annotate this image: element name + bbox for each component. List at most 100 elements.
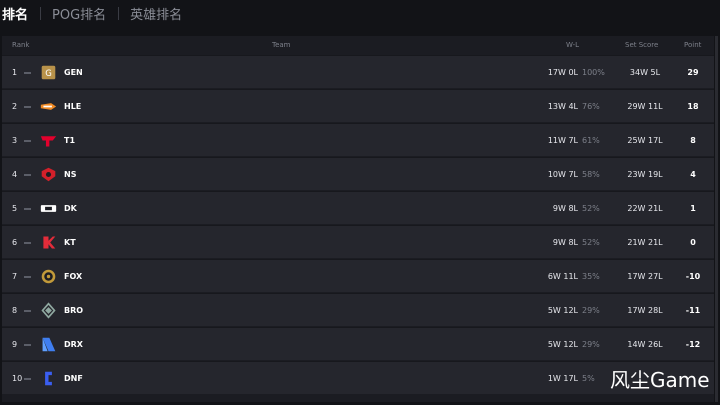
- team-name[interactable]: KT: [64, 226, 76, 259]
- kt-logo-icon: [40, 234, 57, 251]
- table-row[interactable]: 7 FOX 6W 11L 35% 17W 27L -10: [2, 259, 714, 292]
- dnf-logo-icon: [40, 370, 57, 387]
- points: -10: [685, 272, 701, 281]
- rank-value: 10: [12, 374, 23, 383]
- rank-change-icon: [24, 174, 31, 176]
- set-score: 17W 27L: [627, 272, 663, 281]
- table-row[interactable]: 10 DNF 1W 17L 5%: [2, 361, 714, 394]
- rank-change-icon: [24, 72, 31, 74]
- header-wl: W-L: [566, 41, 580, 49]
- table-row[interactable]: 5 DK 9W 8L 52% 22W 21L 1: [2, 191, 714, 224]
- team-name[interactable]: BRO: [64, 294, 83, 327]
- table-row[interactable]: 6 KT 9W 8L 52% 21W 21L 0: [2, 225, 714, 258]
- team-name[interactable]: GEN: [64, 56, 83, 89]
- rank-change-icon: [24, 276, 31, 278]
- t1-logo-icon: [40, 132, 57, 149]
- rank-change-icon: [24, 106, 31, 108]
- points: -12: [685, 340, 701, 349]
- win-rate: 35%: [582, 272, 600, 281]
- table-row[interactable]: 1 G GEN 17W 0L 100% 34W 5L 29: [2, 55, 714, 88]
- rank-value: 5: [12, 204, 18, 213]
- win-loss: 17W 0L: [547, 68, 578, 77]
- points: 4: [690, 170, 696, 179]
- set-score: 25W 17L: [627, 136, 663, 145]
- set-score: 29W 11L: [627, 102, 663, 111]
- fox-logo-icon: [40, 268, 57, 285]
- team-name[interactable]: DRX: [64, 328, 83, 361]
- team-name[interactable]: DK: [64, 192, 77, 225]
- watermark: 风尘Game: [610, 368, 710, 392]
- rank-change-icon: [24, 242, 31, 244]
- team-name[interactable]: T1: [64, 124, 75, 157]
- set-score: 22W 21L: [627, 204, 663, 213]
- team-name[interactable]: HLE: [64, 90, 81, 123]
- win-loss: 9W 8L: [552, 204, 578, 213]
- points: 29: [687, 68, 699, 77]
- set-score: 23W 19L: [627, 170, 663, 179]
- points: 18: [687, 102, 699, 111]
- win-loss: 9W 8L: [552, 238, 578, 247]
- svg-text:G: G: [45, 69, 52, 79]
- win-rate: 5%: [582, 374, 595, 383]
- win-rate: 52%: [582, 238, 600, 247]
- win-loss: 13W 4L: [547, 102, 578, 111]
- rank-value: 6: [12, 238, 18, 247]
- set-score: 21W 21L: [627, 238, 663, 247]
- win-rate: 100%: [582, 68, 605, 77]
- rank-value: 9: [12, 340, 18, 349]
- tab-pog-ranking[interactable]: POG排名: [40, 4, 118, 23]
- win-loss: 11W 7L: [547, 136, 578, 145]
- scrollbar[interactable]: [715, 36, 718, 402]
- set-score: 14W 26L: [627, 340, 663, 349]
- hle-logo-icon: [40, 98, 57, 115]
- win-rate: 52%: [582, 204, 600, 213]
- points: 1: [690, 204, 696, 213]
- set-score: 17W 28L: [627, 306, 663, 315]
- win-rate: 61%: [582, 136, 600, 145]
- rank-value: 8: [12, 306, 18, 315]
- tab-bar: 排名 POG排名 英雄排名: [0, 0, 194, 26]
- rank-change-icon: [24, 208, 31, 210]
- standings-table: Rank Team W-L Set Score Point 1 G GEN 17W 0…: [2, 36, 714, 402]
- header-team: Team: [272, 41, 291, 49]
- tab-standings[interactable]: 排名: [0, 4, 40, 23]
- rank-value: 7: [12, 272, 18, 281]
- gen-logo-icon: G: [40, 64, 57, 81]
- dk-logo-icon: [40, 200, 57, 217]
- team-name[interactable]: NS: [64, 158, 76, 191]
- win-rate: 76%: [582, 102, 600, 111]
- table-header: Rank Team W-L Set Score Point: [2, 36, 714, 54]
- team-name[interactable]: FOX: [64, 260, 82, 293]
- rank-change-icon: [24, 140, 31, 142]
- table-row[interactable]: 9 DRX 5W 12L 29% 14W 26L -12: [2, 327, 714, 360]
- table-row[interactable]: 4 NS 10W 7L 58% 23W 19L 4: [2, 157, 714, 190]
- win-loss: 1W 17L: [547, 374, 578, 383]
- win-loss: 5W 12L: [547, 340, 578, 349]
- table-row[interactable]: 2 HLE 13W 4L 76% 29W 11L 18: [2, 89, 714, 122]
- table-row[interactable]: 8 BRO 5W 12L 29% 17W 28L -11: [2, 293, 714, 326]
- rank-value: 1: [12, 68, 18, 77]
- win-rate: 58%: [582, 170, 600, 179]
- ns-logo-icon: [40, 166, 57, 183]
- bro-logo-icon: [40, 302, 57, 319]
- win-rate: 29%: [582, 340, 600, 349]
- win-loss: 5W 12L: [547, 306, 578, 315]
- rank-change-icon: [24, 378, 31, 380]
- team-name[interactable]: DNF: [64, 362, 83, 395]
- header-set-score: Set Score: [625, 41, 659, 49]
- points: 0: [690, 238, 696, 247]
- points: -11: [685, 306, 701, 315]
- win-loss: 6W 11L: [547, 272, 578, 281]
- rank-value: 4: [12, 170, 18, 179]
- win-rate: 29%: [582, 306, 600, 315]
- points: 8: [690, 136, 696, 145]
- drx-logo-icon: [40, 336, 57, 353]
- win-loss: 10W 7L: [547, 170, 578, 179]
- table-row[interactable]: 3 T1 11W 7L 61% 25W 17L 8: [2, 123, 714, 156]
- set-score: 34W 5L: [629, 68, 661, 77]
- tab-champion-ranking[interactable]: 英雄排名: [118, 4, 194, 23]
- rank-value: 3: [12, 136, 18, 145]
- rank-change-icon: [24, 344, 31, 346]
- header-rank: Rank: [12, 41, 30, 49]
- rank-change-icon: [24, 310, 31, 312]
